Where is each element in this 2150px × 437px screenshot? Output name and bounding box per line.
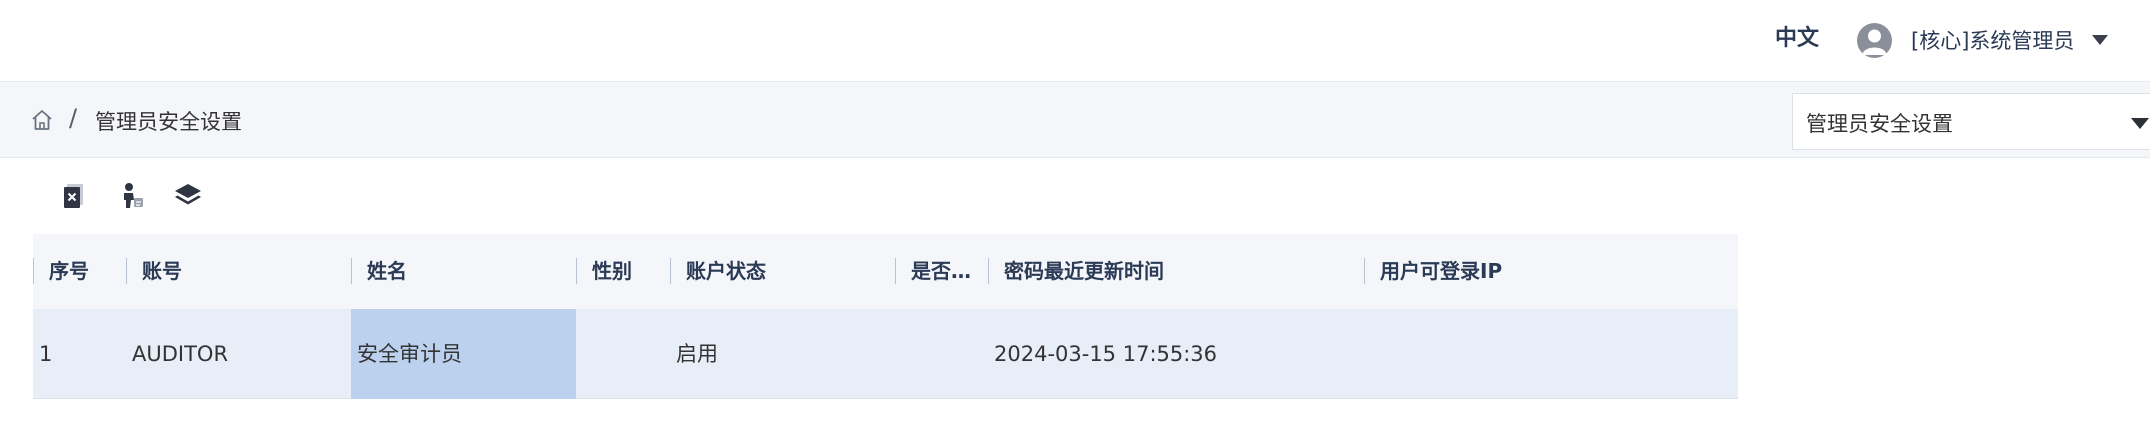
top-header: 中文 [核心]系统管理员 bbox=[0, 0, 2150, 81]
user-avatar-icon bbox=[1857, 22, 1892, 58]
admin-security-table: 序号 账号 姓名 性别 账户状态 是否… 密码最近更新时间 用户可登录IP 1 … bbox=[33, 234, 1738, 399]
user-admin-icon[interactable] bbox=[117, 180, 149, 212]
col-header-gender[interactable]: 性别 bbox=[576, 234, 670, 309]
language-switch[interactable]: 中文 bbox=[1775, 24, 1819, 54]
breadcrumb-bar: / 管理员安全设置 管理员安全设置 bbox=[0, 81, 2150, 158]
table-row[interactable]: 1 AUDITOR 安全审计员 启用 2024-03-15 17:55:36 bbox=[33, 309, 1738, 399]
cell-gender bbox=[582, 309, 670, 399]
home-icon[interactable] bbox=[31, 109, 53, 131]
cell-status: 启用 bbox=[676, 342, 718, 366]
cell-index: 1 bbox=[39, 342, 53, 366]
cell-account: AUDITOR bbox=[132, 342, 229, 366]
layers-icon[interactable] bbox=[172, 180, 204, 212]
col-header-name[interactable]: 姓名 bbox=[351, 234, 576, 309]
breadcrumb-separator: / bbox=[69, 104, 78, 132]
col-header-flag[interactable]: 是否… bbox=[895, 234, 988, 309]
page-select-dropdown[interactable]: 管理员安全设置 bbox=[1792, 93, 2150, 150]
user-name: [核心]系统管理员 bbox=[1911, 29, 2075, 53]
page-select-value: 管理员安全设置 bbox=[1806, 112, 1953, 136]
chevron-down-icon[interactable] bbox=[2131, 118, 2149, 129]
user-menu[interactable]: [核心]系统管理员 bbox=[1857, 22, 2109, 58]
col-header-pwd-updated[interactable]: 密码最近更新时间 bbox=[988, 234, 1364, 309]
col-header-login-ip[interactable]: 用户可登录IP bbox=[1364, 234, 1738, 309]
cell-pwd-updated: 2024-03-15 17:55:36 bbox=[994, 342, 1218, 366]
breadcrumb-current: 管理员安全设置 bbox=[95, 110, 242, 134]
cell-login-ip bbox=[1370, 309, 1738, 399]
col-header-account[interactable]: 账号 bbox=[126, 234, 351, 309]
col-header-index[interactable]: 序号 bbox=[33, 234, 126, 309]
toolbar bbox=[0, 158, 2150, 233]
col-header-status[interactable]: 账户状态 bbox=[670, 234, 895, 309]
delete-document-icon[interactable] bbox=[58, 180, 90, 212]
table-header: 序号 账号 姓名 性别 账户状态 是否… 密码最近更新时间 用户可登录IP bbox=[33, 234, 1738, 309]
cell-flag bbox=[901, 309, 988, 399]
user-menu-caret-icon[interactable] bbox=[2092, 35, 2109, 45]
cell-name[interactable]: 安全审计员 bbox=[351, 309, 576, 399]
